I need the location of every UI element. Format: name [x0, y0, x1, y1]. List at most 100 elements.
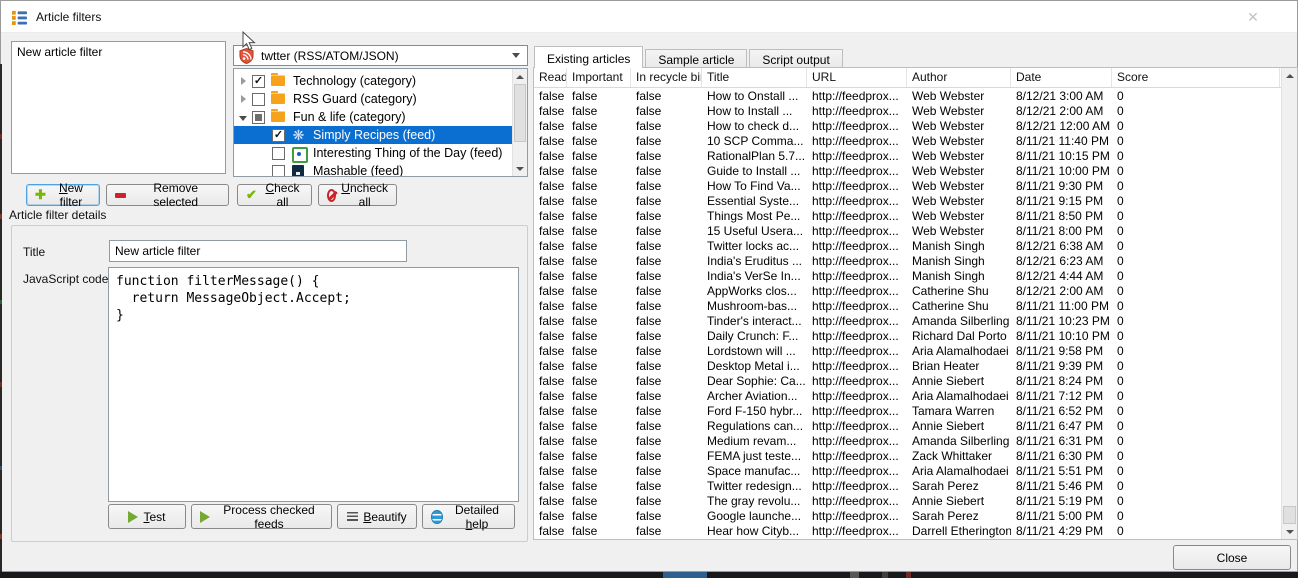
expand-arrow-icon[interactable] — [236, 74, 250, 88]
cell-date: 8/11/21 9:39 PM — [1011, 359, 1112, 373]
tree-item[interactable]: Mashable (feed) — [234, 162, 512, 176]
tree-item[interactable]: RSS Guard (category) — [234, 90, 512, 108]
table-row[interactable]: falsefalsefalseLordstown will ...http://… — [534, 343, 1281, 358]
cell-title: Dear Sophie: Ca... — [702, 374, 807, 388]
column-header-score[interactable]: Score — [1112, 68, 1280, 87]
table-row[interactable]: falsefalsefalseTwitter locks ac...http:/… — [534, 238, 1281, 253]
cell-read: false — [534, 419, 567, 433]
feeds-tree-scrollbar[interactable] — [512, 69, 527, 176]
checkbox-unchecked[interactable] — [272, 165, 285, 177]
close-button[interactable]: Close — [1173, 545, 1291, 570]
cell-author: Annie Siebert — [907, 374, 1011, 388]
column-header-date[interactable]: Date — [1011, 68, 1112, 87]
feeds-tree-scroll-thumb[interactable] — [514, 84, 526, 142]
scroll-up-icon[interactable] — [513, 69, 527, 84]
scroll-up-icon[interactable] — [1282, 68, 1297, 83]
test-button[interactable]: Test — [108, 504, 186, 529]
cell-read: false — [534, 284, 567, 298]
cell-date: 8/11/21 10:15 PM — [1011, 149, 1112, 163]
column-header-read[interactable]: Read — [534, 68, 567, 87]
check-all-button[interactable]: Check all — [237, 184, 312, 206]
table-row[interactable]: falsefalsefalseHow to check d...http://f… — [534, 118, 1281, 133]
table-row[interactable]: falsefalsefalseRationalPlan 5.7...http:/… — [534, 148, 1281, 163]
detailed-help-button[interactable]: Detailed help — [422, 504, 515, 529]
cell-read: false — [534, 299, 567, 313]
filter-list-item[interactable]: New article filter — [12, 42, 225, 61]
cell-author: Richard Dal Porto — [907, 329, 1011, 343]
tree-item[interactable]: ✓Simply Recipes (feed) — [234, 126, 512, 144]
account-combobox[interactable]: twtter (RSS/ATOM/JSON) — [233, 45, 528, 66]
cell-read: false — [534, 224, 567, 238]
tab-sample-article[interactable]: Sample article — [645, 49, 747, 68]
column-header-author[interactable]: Author — [907, 68, 1011, 87]
uncheck-all-button[interactable]: Uncheck all — [318, 184, 397, 206]
table-row[interactable]: falsefalsefalseHow to Onstall ...http://… — [534, 88, 1281, 103]
table-row[interactable]: falsefalsefalseDear Sophie: Ca...http://… — [534, 373, 1281, 388]
table-row[interactable]: falsefalsefalseHow to Install ...http://… — [534, 103, 1281, 118]
table-row[interactable]: falsefalsefalseSpace manufac...http://fe… — [534, 463, 1281, 478]
checkbox-checked[interactable]: ✓ — [272, 129, 285, 142]
process-checked-feeds-button[interactable]: Process checked feeds — [191, 504, 332, 529]
table-row[interactable]: falsefalsefalseFord F-150 hybr...http://… — [534, 403, 1281, 418]
table-row[interactable]: falsefalsefalseDesktop Metal i...http://… — [534, 358, 1281, 373]
cell-important: false — [567, 344, 631, 358]
cell-url: http://feedprox... — [807, 254, 907, 268]
checkbox-checked[interactable]: ✓ — [252, 75, 265, 88]
table-row[interactable]: falsefalsefalseHow To Find Va...http://f… — [534, 178, 1281, 193]
table-row[interactable]: falsefalsefalseMushroom-bas...http://fee… — [534, 298, 1281, 313]
cell-date: 8/11/21 11:00 PM — [1011, 299, 1112, 313]
table-row[interactable]: falsefalsefalseGuide to Install ...http:… — [534, 163, 1281, 178]
window-close-icon[interactable]: ✕ — [1243, 8, 1263, 26]
cell-title: Ford F-150 hybr... — [702, 404, 807, 418]
cell-date: 8/11/21 4:29 PM — [1011, 524, 1112, 538]
table-row[interactable]: falsefalsefalseDaily Crunch: F...http://… — [534, 328, 1281, 343]
table-row[interactable]: falsefalsefalseIndia's VerSe In...http:/… — [534, 268, 1281, 283]
checkbox-unchecked[interactable] — [252, 93, 265, 106]
table-row[interactable]: falsefalsefalse10 SCP Comma...http://fee… — [534, 133, 1281, 148]
cell-author: Tamara Warren — [907, 404, 1011, 418]
checkbox-unchecked[interactable] — [272, 147, 285, 160]
cell-read: false — [534, 374, 567, 388]
flower-icon — [291, 129, 306, 142]
column-header-important[interactable]: Important — [567, 68, 631, 87]
table-row[interactable]: falsefalsefalseHear how Cityb...http://f… — [534, 523, 1281, 538]
table-row[interactable]: falsefalsefalseFEMA just teste...http://… — [534, 448, 1281, 463]
table-row[interactable]: falsefalsefalseEssential Syste...http://… — [534, 193, 1281, 208]
beautify-button[interactable]: Beautify — [337, 504, 417, 529]
column-header-title[interactable]: Title — [702, 68, 807, 87]
scroll-down-icon[interactable] — [513, 161, 527, 176]
cell-score: 0 — [1112, 149, 1280, 163]
expand-arrow-icon[interactable] — [236, 110, 250, 124]
scroll-down-icon[interactable] — [1282, 524, 1297, 539]
title-input[interactable] — [109, 240, 407, 262]
tab-existing-articles[interactable]: Existing articles — [534, 46, 643, 68]
table-row[interactable]: falsefalsefalseTwitter redesign...http:/… — [534, 478, 1281, 493]
tree-item[interactable]: ✓Technology (category) — [234, 72, 512, 90]
table-row[interactable]: falsefalsefalseThe gray revolu...http://… — [534, 493, 1281, 508]
table-row[interactable]: falsefalsefalseIndia's Eruditus ...http:… — [534, 253, 1281, 268]
tab-script-output[interactable]: Script output — [749, 49, 842, 68]
table-scrollbar[interactable] — [1281, 68, 1297, 539]
column-header-url[interactable]: URL — [807, 68, 907, 87]
tree-item[interactable]: Fun & life (category) — [234, 108, 512, 126]
tree-item[interactable]: Interesting Thing of the Day (feed) — [234, 144, 512, 162]
filters-list[interactable]: New article filter — [11, 41, 226, 174]
javascript-code-editor[interactable]: function filterMessage() { return Messag… — [108, 267, 519, 502]
remove-selected-button[interactable]: Remove selected — [106, 184, 229, 206]
cell-title: Archer Aviation... — [702, 389, 807, 403]
new-filter-button[interactable]: New filter — [26, 184, 100, 206]
table-row[interactable]: falsefalsefalseTinder's interact...http:… — [534, 313, 1281, 328]
table-row[interactable]: falsefalsefalseAppWorks clos...http://fe… — [534, 283, 1281, 298]
expand-arrow-icon[interactable] — [236, 92, 250, 106]
table-row[interactable]: falsefalsefalseRegulations can...http://… — [534, 418, 1281, 433]
table-row[interactable]: falsefalsefalseArcher Aviation...http://… — [534, 388, 1281, 403]
table-row[interactable]: falsefalsefalse15 Useful Usera...http://… — [534, 223, 1281, 238]
table-row[interactable]: falsefalsefalseThings Most Pe...http://f… — [534, 208, 1281, 223]
table-row[interactable]: falsefalsefalseGoogle launche...http://f… — [534, 508, 1281, 523]
table-row[interactable]: falsefalsefalseMedium revam...http://fee… — [534, 433, 1281, 448]
cell-title: The gray revolu... — [702, 494, 807, 508]
table-scroll-thumb[interactable] — [1283, 506, 1296, 524]
column-header-recycle[interactable]: In recycle bin — [631, 68, 702, 87]
check-icon — [246, 187, 257, 203]
checkbox-partial[interactable] — [252, 111, 265, 124]
